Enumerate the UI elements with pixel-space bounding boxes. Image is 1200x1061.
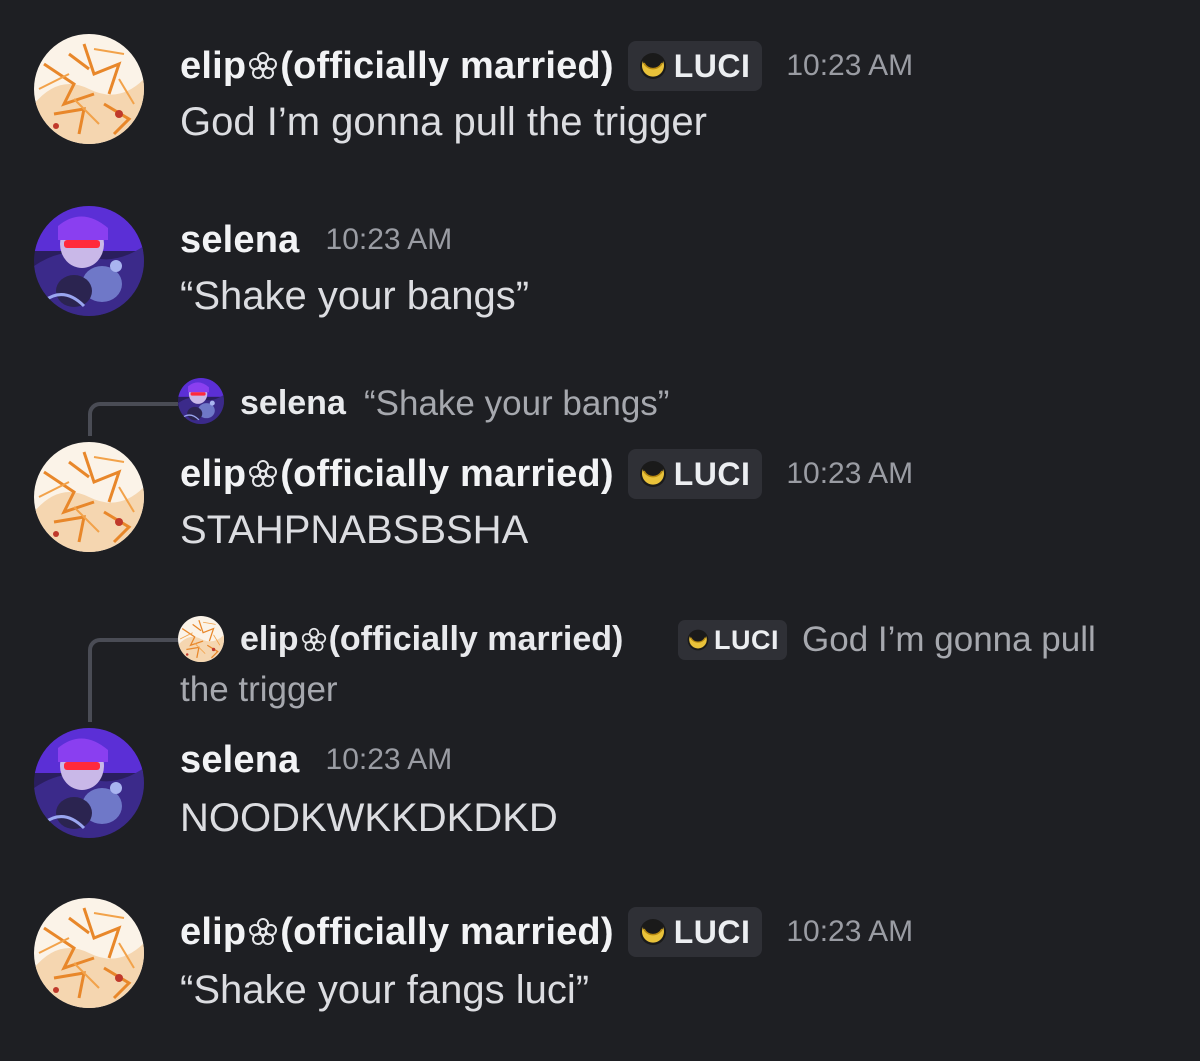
username[interactable]: elip (officially married) [180,45,614,88]
reply-connector [88,638,178,722]
moon-badge-icon [638,917,668,947]
flower-icon [248,459,278,489]
reply-text: “Shake your bangs” [364,384,670,423]
server-tag: LUCI [678,620,787,660]
reply-preview[interactable]: selena “Shake your bangs” [0,370,1200,440]
elip-avatar[interactable] [34,898,144,1008]
server-tag[interactable]: LUCI [627,907,763,957]
selena-avatar[interactable] [34,728,144,838]
server-tag[interactable]: LUCI [627,41,763,91]
selena-reply-avatar [178,378,224,424]
message-header: elip (officially married) LUCI 10:23 AM [180,38,913,94]
elip-avatar[interactable] [34,34,144,144]
selena-avatar[interactable] [34,206,144,316]
timestamp: 10:23 AM [786,457,914,490]
reply-preview[interactable]: elip (officially married) LUCI God I’m g… [0,600,1200,722]
message-header: elip (officially married) LUCI 10:23 AM [180,446,913,502]
message-header: selena 10:23 AM [180,732,452,788]
reply-text: God I’m gonna pull [802,620,1096,659]
reply-text-continued: the trigger [180,670,338,709]
timestamp: 10:23 AM [786,915,914,948]
message: elip (officially married) LUCI 10:23 AM … [0,440,1200,600]
message-text: NOODKWKKDKDKD [180,796,558,840]
message: elip (officially married) LUCI 10:23 AM … [0,880,1200,1061]
timestamp: 10:23 AM [786,49,914,82]
elip-reply-avatar [178,616,224,662]
message-header: selena 10:23 AM [180,212,452,268]
chat-log: elip (officially married) LUCI 10:23 AM … [0,0,1200,1061]
flower-icon [248,917,278,947]
message: selena 10:23 AM “Shake your bangs” [0,170,1200,350]
timestamp: 10:23 AM [325,223,453,256]
message: selena 10:23 AM NOODKWKKDKDKD [0,720,1200,880]
message-text: God I’m gonna pull the trigger [180,100,707,144]
moon-badge-icon [686,628,710,652]
reply-username: elip (officially married) [240,620,624,658]
message-text: STAHPNABSBSHA [180,508,529,552]
elip-avatar[interactable] [34,442,144,552]
username[interactable]: elip (officially married) [180,453,614,496]
reply-username: selena [240,384,346,422]
flower-icon [301,627,327,653]
moon-badge-icon [638,51,668,81]
message-header: elip (officially married) LUCI 10:23 AM [180,904,913,960]
reply-connector [88,402,178,436]
username[interactable]: elip (officially married) [180,911,614,954]
server-tag[interactable]: LUCI [627,449,763,499]
moon-badge-icon [638,459,668,489]
username[interactable]: selena [180,219,300,262]
flower-icon [248,51,278,81]
message-text: “Shake your fangs luci” [180,968,590,1012]
timestamp: 10:23 AM [325,743,453,776]
username[interactable]: selena [180,739,300,782]
message: elip (officially married) LUCI 10:23 AM … [0,0,1200,170]
message-text: “Shake your bangs” [180,274,530,318]
